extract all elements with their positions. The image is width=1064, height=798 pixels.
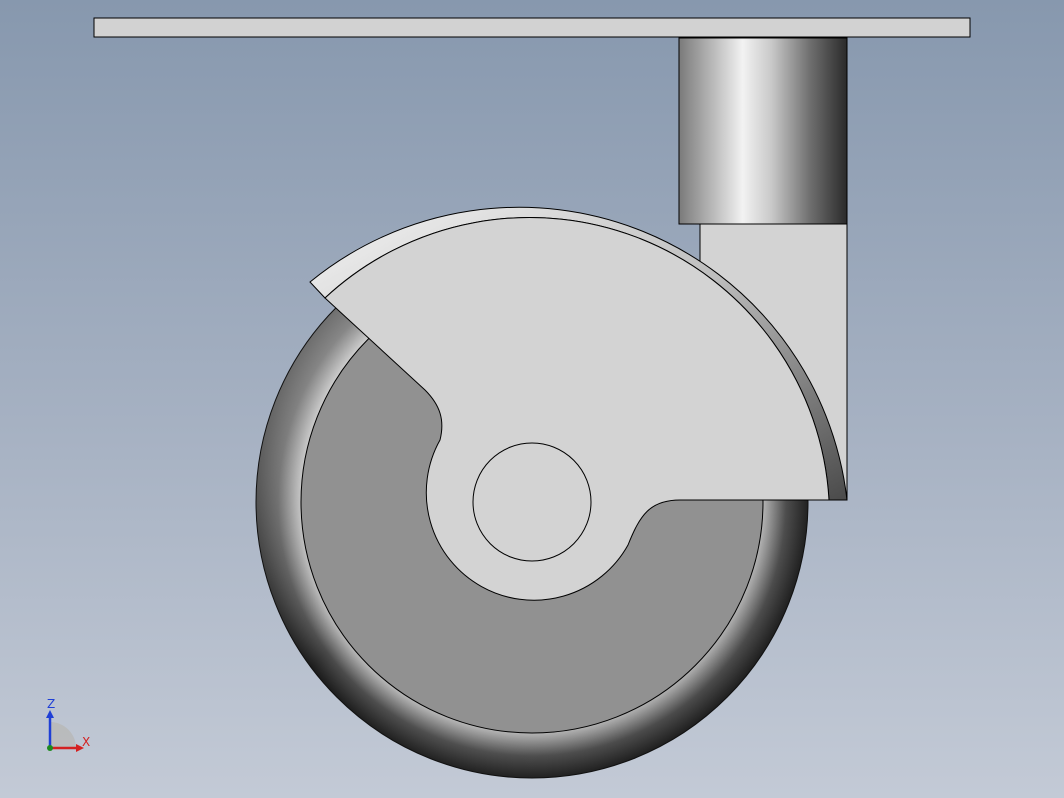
triad-x-label: X [82, 735, 90, 749]
orientation-triad[interactable]: Z X [40, 696, 100, 756]
mounting-plate[interactable] [93, 17, 971, 38]
axle-hole[interactable] [472, 442, 592, 562]
triad-z-label: Z [47, 697, 55, 711]
triad-y-axis [47, 745, 53, 751]
caster-model[interactable] [0, 0, 1064, 798]
swivel-stem[interactable] [678, 37, 848, 225]
triad-xz-plane [50, 722, 76, 748]
cad-viewport[interactable]: Z X [0, 0, 1064, 798]
